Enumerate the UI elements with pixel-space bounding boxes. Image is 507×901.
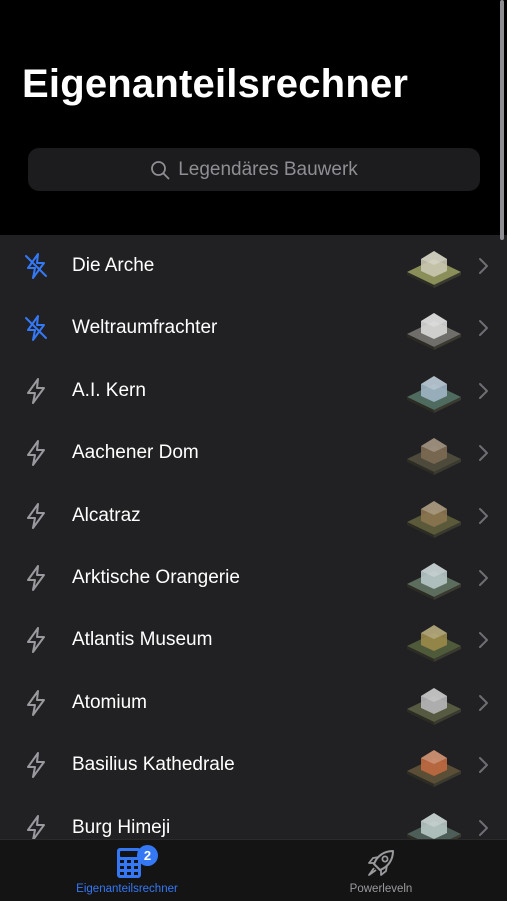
search-placeholder: Legendäres Bauwerk (178, 158, 358, 180)
search-field[interactable]: Legendäres Bauwerk (28, 148, 480, 191)
tab-label: Powerleveln (349, 883, 413, 895)
building-thumbnail (407, 687, 461, 725)
list-item[interactable]: Atomium (0, 672, 507, 734)
bolt-icon (27, 377, 45, 404)
list-item-label: Aachener Dom (72, 442, 199, 464)
list-item[interactable]: Arktische Orangerie (0, 547, 507, 609)
header: Eigenanteilsrechner Legendäres Bauwerk (0, 0, 507, 235)
tab-bar: 2 Eigenanteilsrechner Powerleveln (0, 839, 507, 901)
bolt-icon (27, 752, 45, 779)
chevron-right-icon (479, 569, 488, 586)
building-thumbnail (407, 251, 461, 288)
list-item[interactable]: A.I. Kern (0, 360, 507, 422)
list-item-label: Burg Himeji (72, 816, 171, 838)
list-item[interactable]: Alcatraz (0, 485, 507, 547)
list-item-label: Atlantis Museum (72, 629, 213, 651)
tab-label: Eigenanteilsrechner (76, 883, 178, 895)
bolt-icon (27, 689, 45, 716)
bolt-icon (27, 627, 45, 654)
list-item-label: Alcatraz (72, 504, 141, 526)
list-item-label: A.I. Kern (72, 379, 146, 401)
list-item-label: Atomium (72, 691, 147, 713)
chevron-right-icon (479, 694, 488, 711)
monument-list: Die Arche Weltraumfrachter A.I. Kern Aac… (0, 235, 507, 839)
chevron-right-icon (479, 320, 488, 337)
notification-badge: 2 (137, 845, 158, 866)
building-thumbnail (407, 562, 461, 600)
chevron-right-icon (479, 757, 488, 774)
building-thumbnail (407, 313, 461, 351)
list-item[interactable]: Burg Himeji (0, 797, 507, 839)
list-item-label: Die Arche (72, 255, 155, 276)
chevron-right-icon (479, 445, 488, 462)
list-item[interactable]: Die Arche (0, 235, 507, 297)
search-icon (151, 160, 170, 179)
chevron-right-icon (479, 632, 488, 649)
bolt-icon (27, 814, 45, 839)
building-thumbnail (407, 625, 461, 663)
bolt-slash-icon (25, 315, 47, 342)
building-thumbnail (407, 500, 461, 538)
list-item-label: Arktische Orangerie (72, 566, 240, 588)
building-thumbnail (407, 375, 461, 413)
bolt-icon (27, 502, 45, 529)
building-thumbnail (407, 438, 461, 476)
list-item-label: Basilius Kathedrale (72, 754, 235, 776)
page-title: Eigenanteilsrechner (22, 62, 409, 106)
scrollbar[interactable] (500, 0, 504, 240)
chevron-right-icon (479, 258, 488, 274)
tab-eigenanteilsrechner[interactable]: 2 Eigenanteilsrechner (0, 840, 254, 901)
tab-powerleveln[interactable]: Powerleveln (254, 840, 507, 901)
rocket-icon (368, 850, 394, 876)
chevron-right-icon (479, 819, 488, 836)
list-item-label: Weltraumfrachter (72, 317, 218, 339)
building-thumbnail (407, 812, 461, 839)
list-item[interactable]: Basilius Kathedrale (0, 734, 507, 796)
list-item[interactable]: Atlantis Museum (0, 609, 507, 671)
chevron-right-icon (479, 382, 488, 399)
list-item[interactable]: Aachener Dom (0, 422, 507, 484)
bolt-icon (27, 564, 45, 591)
bolt-icon (27, 440, 45, 467)
bolt-slash-icon (25, 253, 47, 279)
building-thumbnail (407, 750, 461, 788)
list-item[interactable]: Weltraumfrachter (0, 297, 507, 359)
chevron-right-icon (479, 507, 488, 524)
